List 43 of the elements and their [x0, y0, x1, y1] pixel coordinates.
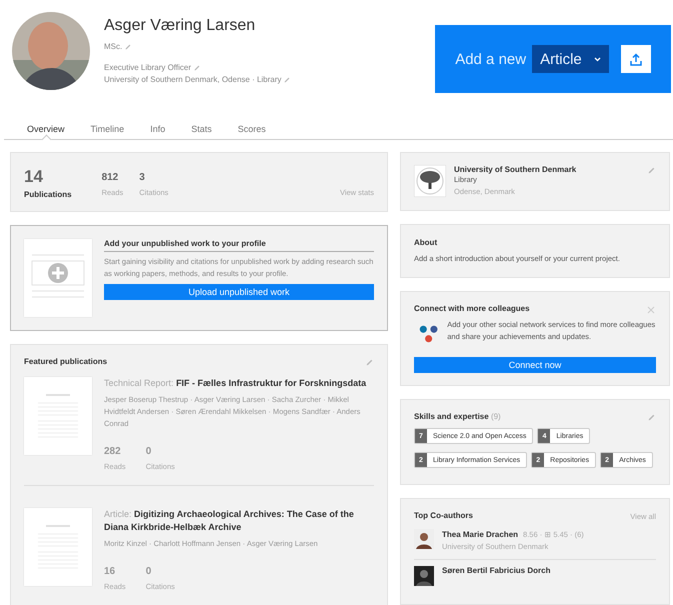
about-title: About — [414, 238, 438, 247]
connect-title: Connect with more colleagues — [414, 304, 530, 313]
coauthors-title: Top Co-authors — [414, 511, 473, 522]
edit-icon[interactable] — [125, 44, 132, 50]
edit-icon[interactable] — [284, 76, 290, 82]
stat-value: 812 — [102, 172, 120, 183]
skills-title: Skills and expertise — [414, 412, 490, 421]
tab[interactable]: Stats — [178, 120, 225, 139]
upload-button[interactable] — [620, 45, 651, 73]
featured-title: Featured publications — [24, 357, 108, 366]
stat-value: 282 — [104, 446, 122, 458]
coauthor-name[interactable]: Søren Bertil Fabricius Dorch — [442, 566, 550, 575]
publication-title[interactable]: Technical Report: FIF - Fælles Infrastruktur for Forskningsdata — [104, 377, 374, 390]
profile-name: Asger Væring Larsen — [104, 17, 256, 35]
edit-icon[interactable] — [648, 167, 655, 174]
add-document-icon — [24, 239, 92, 317]
affiliation: University of Southern Denmark, Odense · Library — [104, 75, 282, 84]
edit-icon[interactable] — [366, 359, 373, 366]
stat-value: 3 — [139, 172, 146, 183]
stat-value: 0 — [146, 566, 152, 578]
edit-icon[interactable] — [194, 64, 200, 70]
type-dropdown[interactable]: Article — [532, 45, 609, 73]
institution-name[interactable]: University of Southern Denmark — [454, 165, 576, 174]
upload-icon — [630, 52, 642, 66]
degree: MSc. — [104, 42, 122, 51]
tab[interactable]: Info — [137, 120, 178, 139]
publications-label: Publications — [24, 190, 72, 199]
publication-title[interactable]: Article: Digitizing Archaeological Archives: The Case of the Diana Kirkbride-Helbæk Archive — [104, 508, 374, 534]
tab[interactable]: Timeline — [78, 120, 138, 139]
position: Executive Library Officer — [104, 63, 191, 72]
close-icon[interactable] — [647, 306, 655, 314]
edit-icon[interactable] — [648, 414, 655, 421]
connect-now-button[interactable]: Connect now — [414, 357, 656, 373]
publications-count: 14 — [24, 167, 44, 187]
tab[interactable]: Scores — [224, 120, 279, 139]
stat-value: 16 — [104, 566, 116, 578]
upload-unpublished-button[interactable]: Upload unpublished work — [104, 284, 374, 300]
coauthor-name[interactable]: Thea Marie Drachen — [442, 530, 518, 539]
add-new-label: Add a new — [455, 50, 526, 68]
chevron-down-icon — [594, 56, 601, 62]
unpublished-title: Add your unpublished work to your profile — [104, 239, 374, 252]
stat-value: 0 — [146, 446, 152, 458]
skills-count: (9) — [490, 412, 501, 421]
